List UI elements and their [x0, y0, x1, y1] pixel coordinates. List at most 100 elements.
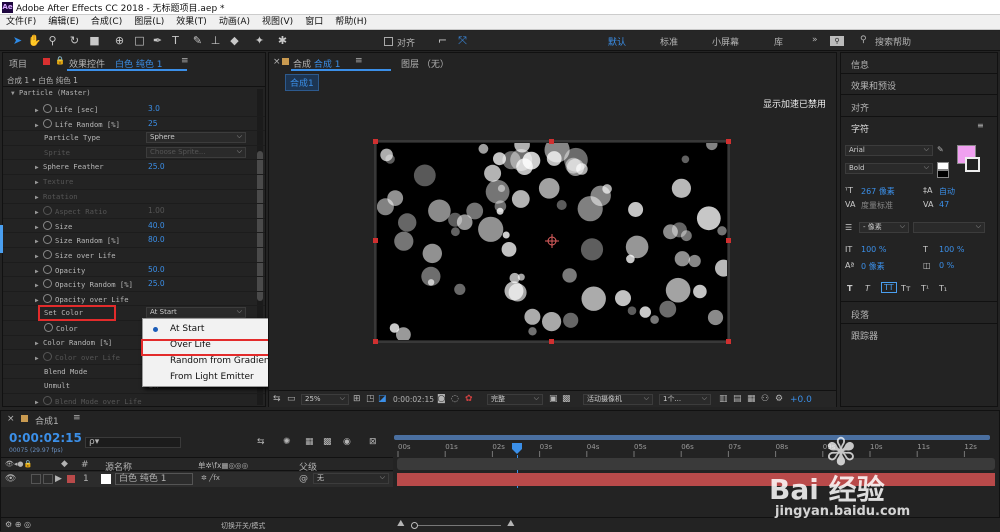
menu-help[interactable]: 帮助(H) [329, 15, 373, 29]
plugin-header[interactable]: ▼ Particle (Master) [11, 89, 91, 97]
paragraph-panel-tab[interactable]: 段落 [851, 308, 869, 321]
timeline-search-input[interactable]: ρ▾ [85, 437, 181, 448]
stopwatch-icon[interactable] [43, 104, 52, 113]
stopwatch-icon[interactable] [43, 250, 52, 259]
layer-visibility-icon[interactable]: 👁 [5, 474, 16, 484]
parent-dropdown[interactable]: 无 [313, 473, 389, 484]
mask-visibility-icon[interactable]: ◳ [366, 394, 375, 404]
pan-behind-tool-icon[interactable]: ⊕ [112, 33, 127, 48]
black-swatch[interactable] [937, 170, 949, 178]
lock-icon[interactable]: 🔒 [55, 56, 65, 65]
particle-type-dropdown[interactable]: Sphere [146, 132, 246, 144]
superscript-icon[interactable]: T¹ [921, 284, 929, 293]
workspace-default[interactable]: 默认 [608, 35, 626, 48]
zoom-in-icon[interactable]: ⛰ [507, 519, 515, 529]
transparency-toggle-icon[interactable]: ▩ [562, 394, 571, 404]
timeline-menu-icon[interactable]: ≡ [73, 413, 81, 423]
baseline-shift-value[interactable]: 0 像素 [861, 261, 885, 272]
type-tool-icon[interactable]: T [168, 33, 183, 48]
layer-label-color[interactable] [67, 475, 75, 483]
stopwatch-icon[interactable] [44, 323, 53, 332]
zoom-slider[interactable] [411, 525, 501, 526]
horizontal-scale-value[interactable]: 100 % [939, 245, 964, 254]
search-help-icon[interactable]: ⚲ [830, 36, 844, 46]
footer-toggle-icons[interactable]: ⚙ ⊕ ◎ [5, 520, 31, 529]
selection-tool-icon[interactable]: ➤ [10, 33, 25, 48]
tab-project[interactable]: 项目 [9, 57, 27, 70]
comp-panel-menu-icon[interactable]: ≡ [355, 56, 363, 66]
snapshot-icon[interactable]: ◙ [437, 394, 446, 404]
panel-menu-icon[interactable]: ≡ [181, 56, 189, 66]
expand-layer-icon[interactable]: ▶ [55, 474, 62, 484]
toggle-switches-modes[interactable]: 切换开关/模式 [221, 521, 265, 531]
puppet-tool-icon[interactable]: ✱ [275, 33, 290, 48]
roto-brush-tool-icon[interactable]: ✦ [252, 33, 267, 48]
character-menu-icon[interactable]: ≡ [977, 121, 984, 130]
monitor-icon[interactable]: ▭ [287, 394, 296, 404]
kerning-value[interactable]: 度量标准 [861, 200, 893, 211]
tab-layer[interactable]: 图层 （无） [401, 57, 449, 70]
workspace-small-screen[interactable]: 小屏幕 [712, 35, 739, 48]
brush-tool-icon[interactable]: ✎ [190, 33, 205, 48]
all-caps-icon[interactable]: TT [881, 282, 897, 293]
vertical-scale-value[interactable]: 100 % [861, 245, 886, 254]
param-row[interactable]: ▶ Size Random [%] 80.0 [3, 233, 265, 248]
stroke-width-dropdown[interactable]: - 像素 [859, 222, 909, 233]
menu-layer[interactable]: 图层(L) [128, 15, 170, 29]
reset-exposure-icon[interactable]: ⚙ [775, 394, 783, 404]
stopwatch-icon[interactable] [43, 279, 52, 289]
character-panel-tab[interactable]: 字符 [851, 122, 869, 135]
transparency-grid-icon[interactable]: ◪ [378, 394, 387, 404]
close-comp-tab-icon[interactable]: × [273, 57, 281, 67]
mask-tool-icon[interactable]: □ [132, 33, 147, 48]
layer-switches[interactable]: ✲ ╱fx [201, 474, 220, 482]
eraser-tool-icon[interactable]: ◆ [227, 33, 242, 48]
stroke-type-dropdown[interactable] [913, 222, 985, 233]
flowchart-icon[interactable]: ⚇ [761, 394, 769, 404]
layer-row[interactable]: 👁 ▶ 1 白色 纯色 1 ✲ ╱fx @ 无 [1, 472, 393, 487]
timeline-icon[interactable]: ▦ [747, 394, 756, 404]
workspace-library[interactable]: 库 [774, 35, 783, 48]
comp-subtab[interactable]: 合成1 [285, 74, 319, 91]
resolution-dropdown[interactable]: 完整 [487, 394, 543, 405]
tracker-panel-tab[interactable]: 跟踪器 [851, 329, 878, 342]
stopwatch-icon[interactable] [43, 235, 52, 245]
info-panel-tab[interactable]: 信息 [851, 58, 869, 71]
shy-layers-icon[interactable]: ▦ [305, 437, 314, 447]
views-dropdown[interactable]: 1个... [659, 394, 711, 405]
always-preview-icon[interactable]: ⇆ [273, 394, 281, 404]
menu-file[interactable]: 文件(F) [0, 15, 42, 29]
lock-switch[interactable] [43, 474, 53, 484]
menu-window[interactable]: 窗口 [299, 15, 329, 29]
menu-composition[interactable]: 合成(C) [85, 15, 128, 29]
stopwatch-icon[interactable] [43, 220, 52, 230]
param-row[interactable]: ▶ Size over Life [3, 248, 265, 263]
param-row[interactable]: ▶ Life Random [%] 25 [3, 117, 265, 132]
menu-effect[interactable]: 效果(T) [170, 15, 213, 29]
pen-tool-icon[interactable]: ✒ [150, 33, 165, 48]
menu-view[interactable]: 视图(V) [256, 15, 299, 29]
param-row[interactable]: Particle Type Sphere [3, 131, 265, 146]
hand-tool-icon[interactable]: ✋ [27, 33, 42, 48]
white-swatch[interactable] [937, 162, 949, 170]
search-help-input[interactable]: 搜索帮助 [875, 35, 911, 48]
workspace-standard[interactable]: 标准 [660, 35, 678, 48]
effects-presets-panel-tab[interactable]: 效果和预设 [851, 79, 896, 92]
close-timeline-icon[interactable]: × [7, 414, 15, 424]
menu-edit[interactable]: 编辑(E) [42, 15, 85, 29]
frame-blending-icon[interactable]: ▩ [323, 437, 332, 447]
font-style-dropdown[interactable]: Bold [845, 163, 933, 174]
tab-timeline[interactable]: 合成1 [35, 414, 59, 427]
fast-previews-icon[interactable]: ▤ [733, 394, 742, 404]
tracking-value[interactable]: 47 [939, 200, 949, 209]
graph-editor-icon[interactable]: ⊠ [369, 437, 377, 447]
parent-pickwhip-icon[interactable]: @ [299, 474, 308, 484]
stopwatch-icon[interactable] [43, 293, 52, 303]
subscript-icon[interactable]: T₁ [939, 284, 947, 293]
toggle-pixel-aspect-icon[interactable]: ▥ [719, 394, 728, 404]
small-caps-icon[interactable]: Tᴛ [901, 284, 911, 293]
param-row[interactable]: ▶ Opacity Random [%] 25.0 [3, 277, 265, 292]
stopwatch-icon[interactable] [43, 118, 52, 128]
expand-icon[interactable]: ⤧ [455, 33, 470, 48]
timeline-timecode[interactable]: 0:00:02:15 [9, 431, 82, 445]
